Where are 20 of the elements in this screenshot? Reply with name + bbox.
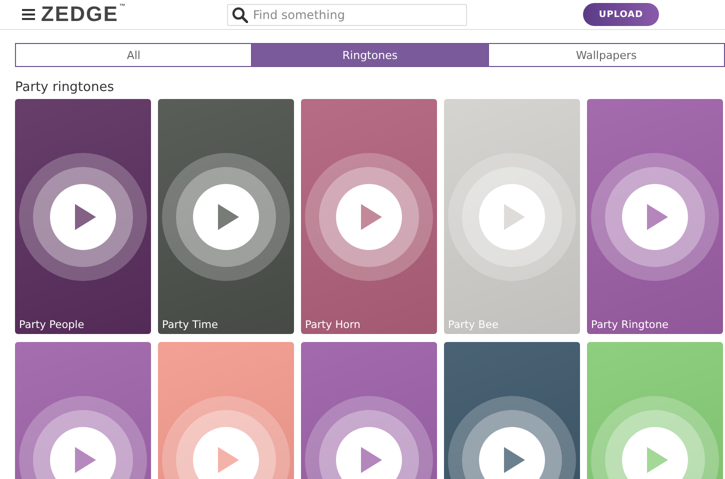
search-field[interactable]: Find something	[227, 4, 467, 26]
ringtone-card[interactable]: Party Time	[158, 99, 294, 334]
ringtone-title: Party Time	[162, 319, 218, 331]
ringtone-title: Party Horn	[305, 319, 360, 331]
ringtone-title: Party Ringtone	[591, 319, 668, 331]
upload-button[interactable]: UPLOAD	[583, 3, 659, 26]
ringtone-title: Party Bee	[448, 319, 498, 331]
play-button-icon[interactable]	[304, 152, 434, 282]
menu-icon[interactable]	[22, 9, 35, 20]
search-icon	[232, 6, 248, 22]
play-button-icon[interactable]	[590, 152, 720, 282]
tab[interactable]: Ringtones	[252, 44, 489, 66]
ringtone-title: Party People	[19, 319, 84, 331]
section-title: Party ringtones	[15, 80, 115, 95]
play-button-icon[interactable]	[18, 152, 148, 282]
ringtone-card[interactable]: Party Ringtone	[587, 99, 723, 334]
ringtone-card[interactable]: Party People	[15, 99, 151, 334]
ringtone-card[interactable]: Party Horn	[301, 99, 437, 334]
play-button-icon[interactable]	[161, 152, 291, 282]
logo[interactable]: ZEDGE$^{™}$	[41, 4, 126, 25]
